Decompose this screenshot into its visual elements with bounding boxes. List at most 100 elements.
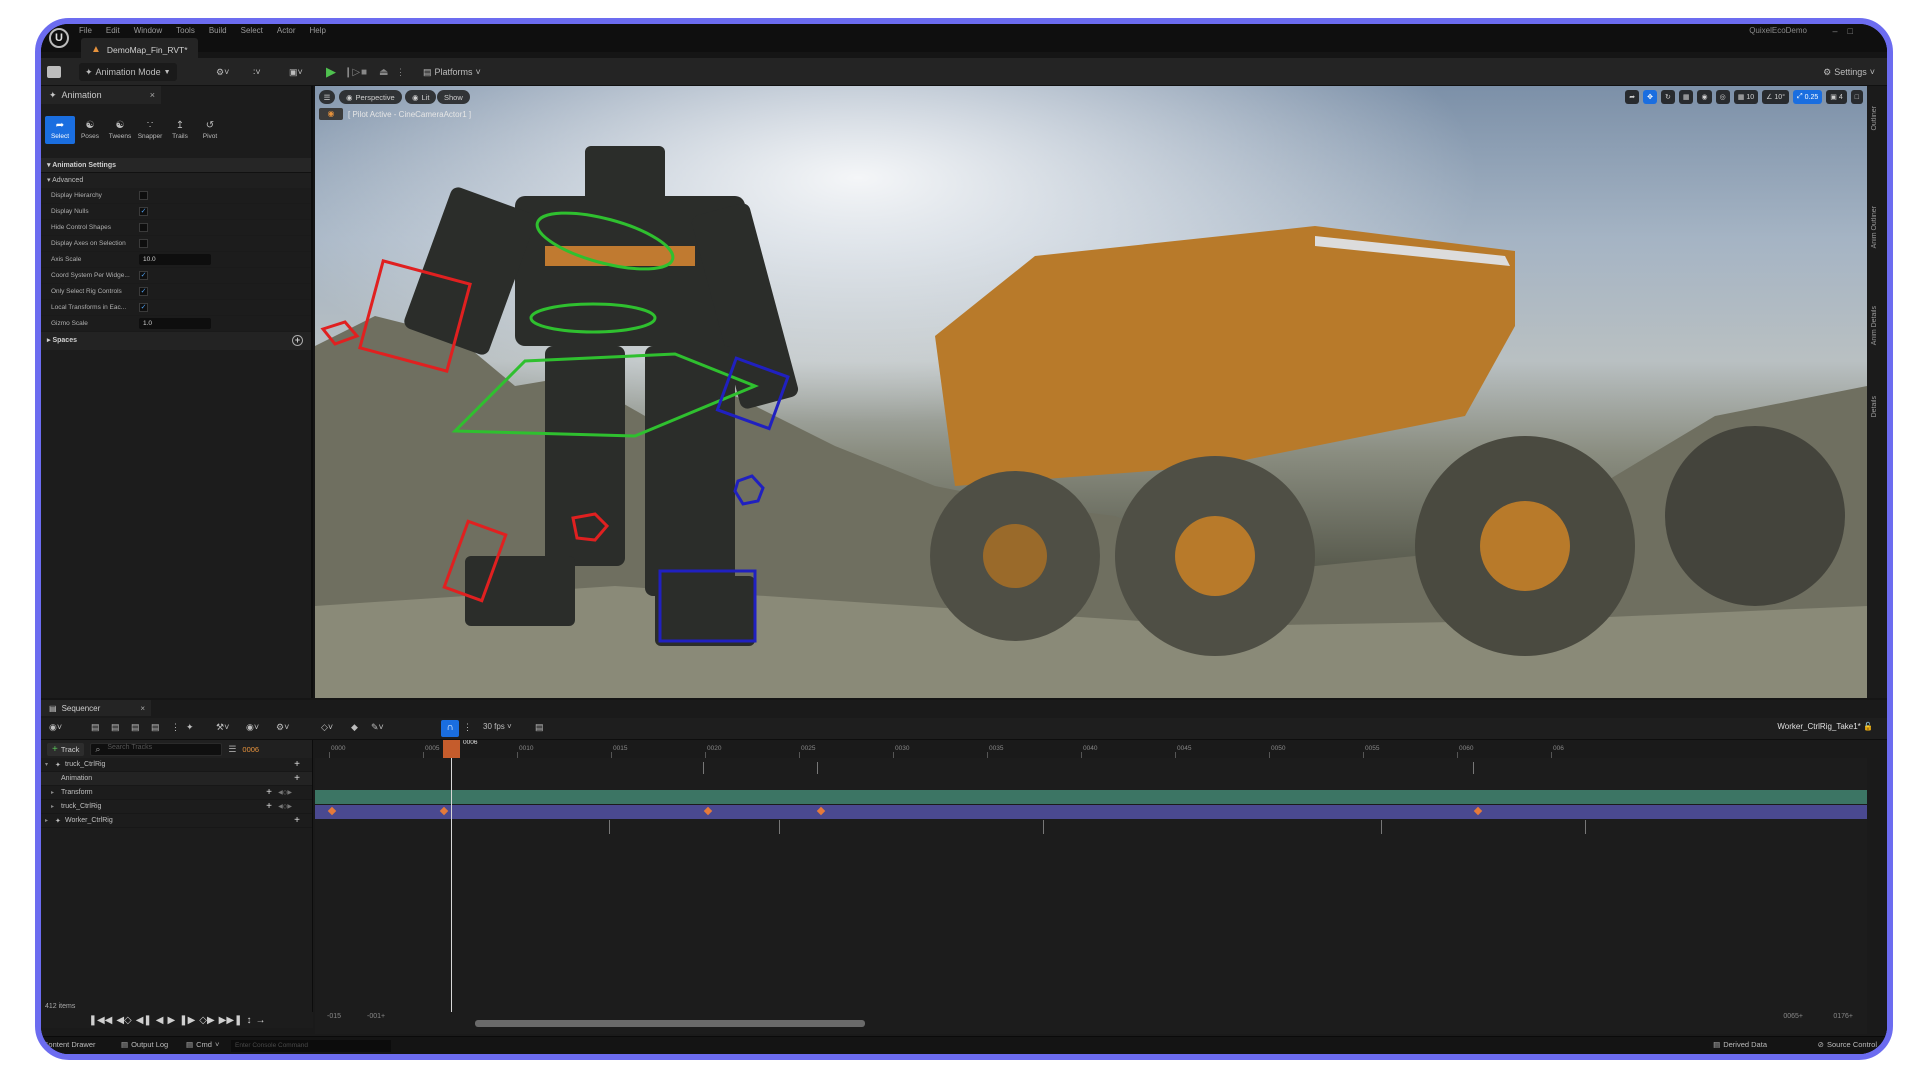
world-local-icon[interactable]: ◉	[1697, 90, 1712, 104]
find-asset-icon[interactable]: ▤	[111, 722, 120, 733]
tab-anim-outliner[interactable]: Anim Outliner	[1871, 206, 1878, 248]
close-icon[interactable]: ×	[140, 704, 145, 713]
save-icon[interactable]	[47, 66, 61, 78]
playhead-handle[interactable]	[443, 740, 460, 758]
console-command-input[interactable]: Enter Console Command	[231, 1040, 391, 1052]
lit-button[interactable]: ◉ Lit	[405, 90, 437, 104]
blueprint-button[interactable]: ∶˅	[253, 63, 261, 81]
more-icon[interactable]: ⋮	[171, 722, 180, 733]
playhead-line[interactable]	[451, 740, 452, 1012]
timeline-scrollbar[interactable]	[475, 1020, 865, 1027]
tab-details[interactable]: Details	[1871, 396, 1878, 417]
render-movie-icon[interactable]: ▤	[131, 722, 140, 733]
key-interp-icon[interactable]: ◇˅	[321, 722, 333, 733]
play-icon[interactable]: ▶	[168, 1015, 176, 1026]
jump-start-icon[interactable]: ❚◀◀	[89, 1015, 113, 1026]
prev-frame-icon[interactable]: ◀❚	[136, 1015, 152, 1026]
playback-options-icon[interactable]: ⚙˅	[276, 722, 289, 733]
key-nav-icon[interactable]: ◀◇▶	[278, 803, 292, 810]
menu-edit[interactable]: Edit	[106, 26, 120, 35]
menu-select[interactable]: Select	[241, 26, 263, 35]
output-log-button[interactable]: ▤ Output Log	[121, 1040, 168, 1049]
mode-dropdown[interactable]: ✦ Animation Mode ▼	[79, 63, 177, 81]
add-actor-button[interactable]: ⚙˅	[216, 63, 229, 81]
tool-select[interactable]: ➦ Select	[45, 116, 75, 144]
fps-dropdown[interactable]: 30 fps ˅	[483, 722, 512, 731]
viewport-menu-button[interactable]: ☰	[319, 90, 335, 104]
reverse-icon[interactable]: ◀	[156, 1015, 164, 1026]
only-select-rig-checkbox[interactable]: ✓	[139, 287, 148, 296]
expand-arrow-icon[interactable]: ▸	[45, 817, 48, 824]
menu-actor[interactable]: Actor	[277, 26, 296, 35]
track-truck-ctrlrig-sub[interactable]: ▸ truck_CtrlRig ◀◇▶ +	[41, 800, 312, 814]
cmd-dropdown[interactable]: ▤ Cmd ˅	[186, 1040, 219, 1049]
lock-icon[interactable]: 🔓	[1863, 722, 1873, 731]
more-options-icon[interactable]: ⋮	[396, 63, 405, 81]
add-subtrack-icon[interactable]: +	[294, 759, 300, 770]
step-icon[interactable]: ❙▷	[344, 63, 360, 81]
menu-file[interactable]: File	[79, 26, 92, 35]
tab-animation[interactable]: ✦ Animation ×	[41, 86, 161, 104]
add-subtrack-icon[interactable]: +	[266, 801, 272, 812]
rotation-snap-button[interactable]: ∠ 10°	[1762, 90, 1789, 104]
section-animation-settings[interactable]: ▾ Animation Settings	[41, 158, 311, 173]
unreal-logo-icon[interactable]: U	[49, 28, 69, 48]
view-options-icon[interactable]: ◉˅	[246, 722, 259, 733]
settings-button[interactable]: ⚙ Settings ˅	[1823, 63, 1875, 81]
collapse-arrow-icon[interactable]: ▾	[45, 761, 48, 768]
source-control-button[interactable]: ⊘ Source Control	[1818, 1040, 1877, 1049]
next-frame-icon[interactable]: ❚▶	[179, 1015, 195, 1026]
platforms-dropdown[interactable]: ▤ Platforms ˅	[423, 63, 481, 81]
track-transform[interactable]: ▸ Transform ◀◇▶ +	[41, 786, 312, 800]
menu-window[interactable]: Window	[134, 26, 162, 35]
tab-outliner[interactable]: Outliner	[1871, 106, 1878, 131]
window-controls[interactable]: –□	[1833, 26, 1863, 36]
tools-icon[interactable]: ⚒˅	[216, 722, 229, 733]
show-button[interactable]: Show	[437, 90, 470, 104]
pilot-camera-icon[interactable]: ◉	[319, 108, 343, 120]
scale-icon[interactable]: ▦	[1678, 90, 1694, 104]
time-ruler[interactable]: 0000 0005 0010 0015 0020 0025 0030 0035 0040 0045…	[315, 740, 1867, 758]
track-worker-ctrlrig[interactable]: ▸ ✦ Worker_CtrlRig +	[41, 814, 312, 828]
scale-snap-button[interactable]: ⤢ 0.25	[1793, 90, 1823, 104]
tool-pivot[interactable]: ↺ Pivot	[195, 116, 225, 144]
stop-icon[interactable]: ■	[361, 63, 367, 81]
expand-arrow-icon[interactable]: ▸	[51, 789, 54, 796]
display-hierarchy-checkbox[interactable]	[139, 191, 148, 200]
key-nav-icon[interactable]: ◀◇▶	[278, 789, 292, 796]
add-subtrack-icon[interactable]: +	[294, 773, 300, 784]
select-mode-icon[interactable]: ➦	[1625, 90, 1640, 104]
display-axes-checkbox[interactable]	[139, 239, 148, 248]
range-start-field[interactable]: -015	[327, 1013, 341, 1020]
cinematics-button[interactable]: ▣˅	[289, 63, 303, 81]
save-sequence-icon[interactable]: ▤	[91, 722, 100, 733]
display-nulls-checkbox[interactable]: ✓	[139, 207, 148, 216]
axis-scale-input[interactable]: 10.0	[139, 254, 211, 265]
local-transforms-checkbox[interactable]: ✓	[139, 303, 148, 312]
current-frame-field[interactable]: 0006	[242, 745, 259, 754]
derived-data-button[interactable]: ▤ Derived Data	[1713, 1040, 1767, 1049]
magnet-snap-icon[interactable]: ∩	[441, 720, 459, 737]
pencil-icon[interactable]: ✎˅	[371, 722, 384, 733]
expand-arrow-icon[interactable]: ▸	[51, 803, 54, 810]
surface-snap-icon[interactable]: ◎	[1715, 90, 1730, 104]
record-icon[interactable]: →	[255, 1015, 265, 1026]
jump-end-icon[interactable]: ▶▶❚	[219, 1015, 243, 1026]
subsection-advanced[interactable]: ▾ Advanced	[41, 173, 311, 188]
content-drawer-button[interactable]: Content Drawer	[43, 1040, 96, 1049]
camera-speed-button[interactable]: ▣ 4	[1826, 90, 1847, 104]
track-truck-ctrlrig[interactable]: ▾ ✦ truck_CtrlRig +	[41, 758, 312, 772]
next-key-icon[interactable]: ◇▶	[199, 1015, 214, 1026]
tool-tweens[interactable]: ☯ Tweens	[105, 116, 135, 144]
range-out-field[interactable]: 0065+	[1783, 1013, 1803, 1020]
hide-control-shapes-checkbox[interactable]	[139, 223, 148, 232]
curve-editor-icon[interactable]: ▤	[535, 722, 544, 733]
add-subtrack-icon[interactable]: +	[294, 815, 300, 826]
level-tab[interactable]: ▲ DemoMap_Fin_RVT*	[81, 38, 198, 58]
tab-sequencer[interactable]: ▤ Sequencer ×	[41, 700, 151, 716]
range-in-field[interactable]: -001+	[367, 1013, 385, 1020]
tool-snapper[interactable]: ∵ Snapper	[135, 116, 165, 144]
gizmo-scale-input[interactable]: 1.0	[139, 318, 211, 329]
menu-help[interactable]: Help	[310, 26, 326, 35]
filter-icon[interactable]: ☰	[228, 744, 236, 755]
